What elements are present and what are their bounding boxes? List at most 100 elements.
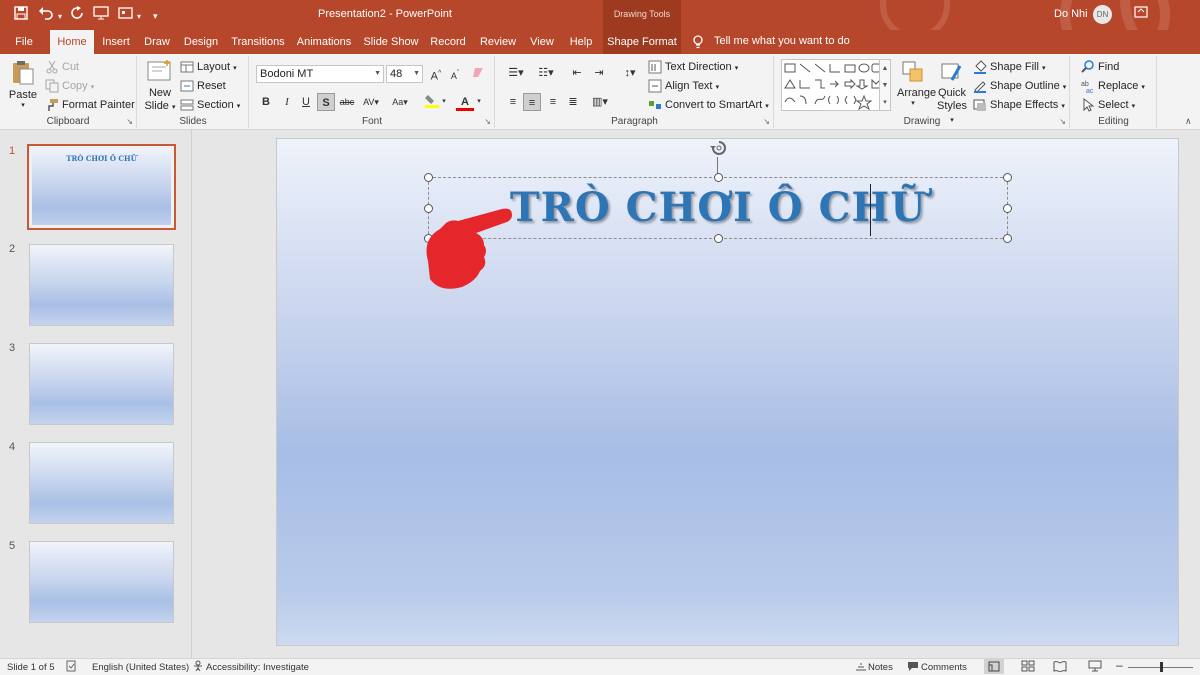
shapes-gallery[interactable] (781, 59, 891, 111)
select-button[interactable]: Select ▾ (1081, 98, 1135, 114)
decrease-indent-button[interactable]: ⇤ (568, 64, 586, 82)
copy-button[interactable]: Copy ▾ (45, 79, 94, 95)
highlight-dropdown-icon[interactable]: ▾ (440, 93, 448, 111)
numbering-button[interactable]: ☷▾ (534, 64, 558, 82)
increase-indent-button[interactable]: ⇥ (590, 64, 608, 82)
tab-home[interactable]: Home (50, 30, 94, 54)
zoom-out-button[interactable]: – (1116, 659, 1123, 672)
shape-outline-button[interactable]: Shape Outline ▾ (973, 79, 1066, 95)
tab-shape-format[interactable]: Shape Format (603, 30, 681, 54)
undo-icon[interactable] (38, 6, 54, 24)
collapse-ribbon-icon[interactable]: ∧ (1185, 116, 1192, 127)
smartart-dropdown-icon[interactable]: ▾ (765, 103, 769, 110)
shape-outline-dropdown-icon[interactable]: ▾ (1063, 84, 1067, 91)
font-size-dropdown-icon[interactable]: ▼ (413, 66, 420, 82)
paste-button[interactable]: Paste ▾ (8, 60, 38, 109)
tab-draw[interactable]: Draw (140, 30, 174, 54)
bullets-button[interactable]: ☰▾ (504, 64, 528, 82)
select-dropdown-icon[interactable]: ▾ (1132, 103, 1136, 110)
slide-thumbnail-5[interactable] (29, 541, 174, 623)
align-right-button[interactable]: ≡ (544, 93, 562, 111)
section-dropdown-icon[interactable]: ▾ (237, 103, 241, 110)
replace-dropdown-icon[interactable]: ▾ (1141, 84, 1145, 91)
justify-button[interactable]: ≣ (564, 93, 582, 111)
avatar[interactable]: DN (1093, 5, 1112, 24)
comments-button[interactable]: Comments (921, 661, 967, 674)
resize-handle[interactable] (1003, 173, 1012, 182)
tab-insert[interactable]: Insert (98, 30, 134, 54)
shape-fill-dropdown-icon[interactable]: ▾ (1042, 65, 1046, 72)
drawing-launcher-icon[interactable]: ↘ (1059, 117, 1066, 126)
slide-thumbnail-3[interactable] (29, 343, 174, 425)
slideshow-view-icon[interactable] (1088, 660, 1102, 675)
language-status[interactable]: English (United States) (92, 661, 189, 674)
font-color-dropdown-icon[interactable]: ▾ (475, 93, 483, 111)
resize-handle[interactable] (714, 234, 723, 243)
copy-dropdown-icon[interactable]: ▾ (91, 84, 95, 91)
customize-toolbar-icon[interactable]: ▾ (153, 8, 158, 24)
slide-thumbnail-1[interactable]: TRÒ CHƠI Ô CHỮ (27, 144, 176, 230)
layout-dropdown-icon[interactable]: ▾ (233, 65, 237, 72)
slideshow-start-icon[interactable] (93, 6, 109, 24)
arrange-dropdown-icon[interactable]: ▾ (897, 99, 929, 107)
accessibility-status[interactable]: Accessibility: Investigate (206, 661, 309, 674)
font-name-combo[interactable]: Bodoni MT ▼ (256, 65, 384, 83)
tab-help[interactable]: Help (563, 30, 599, 54)
convert-smartart-button[interactable]: Convert to SmartArt ▾ (648, 98, 769, 114)
align-center-button[interactable]: ≡ (523, 93, 541, 111)
shape-effects-button[interactable]: Shape Effects ▾ (973, 98, 1065, 114)
rotate-handle-icon[interactable] (708, 139, 730, 162)
resize-handle[interactable] (714, 173, 723, 182)
clipboard-launcher-icon[interactable]: ↘ (126, 117, 133, 126)
character-spacing-button[interactable]: AV▾ (360, 93, 382, 111)
user-name[interactable]: Do Nhi (1054, 8, 1088, 20)
section-button[interactable]: Section ▾ (180, 98, 240, 114)
bold-button[interactable]: B (257, 93, 275, 111)
text-shadow-button[interactable]: S (317, 93, 335, 111)
font-launcher-icon[interactable]: ↘ (484, 117, 491, 126)
tab-view[interactable]: View (526, 30, 558, 54)
align-text-button[interactable]: Align Text ▾ (648, 79, 719, 95)
tab-design[interactable]: Design (180, 30, 222, 54)
format-painter-button[interactable]: Format Painter (45, 98, 135, 112)
clear-formatting-icon[interactable] (469, 65, 487, 83)
present-icon[interactable] (118, 6, 134, 24)
resize-handle[interactable] (424, 173, 433, 182)
comments-icon[interactable] (907, 660, 919, 675)
tab-review[interactable]: Review (475, 30, 521, 54)
save-icon[interactable] (14, 6, 28, 24)
spelling-icon[interactable] (66, 660, 76, 675)
columns-button[interactable]: ▥▾ (588, 93, 612, 111)
line-spacing-button[interactable]: ↕▾ (618, 64, 642, 82)
font-size-combo[interactable]: 48 ▼ (386, 65, 423, 83)
reset-button[interactable]: Reset (180, 79, 226, 93)
resize-handle[interactable] (1003, 234, 1012, 243)
replace-button[interactable]: ab ac Replace ▾ (1081, 79, 1145, 95)
new-slide-dropdown-icon[interactable]: ▾ (172, 104, 176, 111)
align-text-dropdown-icon[interactable]: ▾ (716, 84, 720, 91)
font-color-button[interactable]: A (456, 93, 474, 111)
new-slide-button[interactable]: New Slide ▾ (144, 60, 176, 114)
present-dropdown-icon[interactable]: ▾ (137, 9, 141, 25)
paste-dropdown-icon[interactable]: ▾ (8, 101, 38, 109)
italic-button[interactable]: I (278, 93, 296, 111)
redo-icon[interactable] (70, 6, 84, 24)
normal-view-button[interactable] (984, 659, 1004, 674)
text-direction-button[interactable]: Text Direction ▾ (648, 60, 738, 76)
tell-me-search[interactable]: Tell me what you want to do (714, 35, 850, 47)
font-name-dropdown-icon[interactable]: ▼ (374, 66, 381, 82)
slide-thumbnail-2[interactable] (29, 244, 174, 326)
shapes-gallery-scroll[interactable]: ▲ ▼ ▾ (879, 59, 891, 111)
tab-record[interactable]: Record (426, 30, 470, 54)
shape-effects-dropdown-icon[interactable]: ▾ (1061, 103, 1065, 110)
highlight-color-button[interactable] (423, 93, 441, 111)
strikethrough-button[interactable]: abc (338, 93, 356, 111)
shape-fill-button[interactable]: Shape Fill ▾ (973, 60, 1046, 76)
zoom-slider-thumb[interactable] (1160, 662, 1163, 672)
slide-thumbnail-4[interactable] (29, 442, 174, 524)
accessibility-icon[interactable] (192, 660, 204, 675)
change-case-button[interactable]: Aa▾ (389, 93, 411, 111)
undo-dropdown-icon[interactable]: ▾ (58, 9, 62, 25)
resize-handle[interactable] (1003, 204, 1012, 213)
arrange-button[interactable]: Arrange ▾ (897, 60, 936, 107)
